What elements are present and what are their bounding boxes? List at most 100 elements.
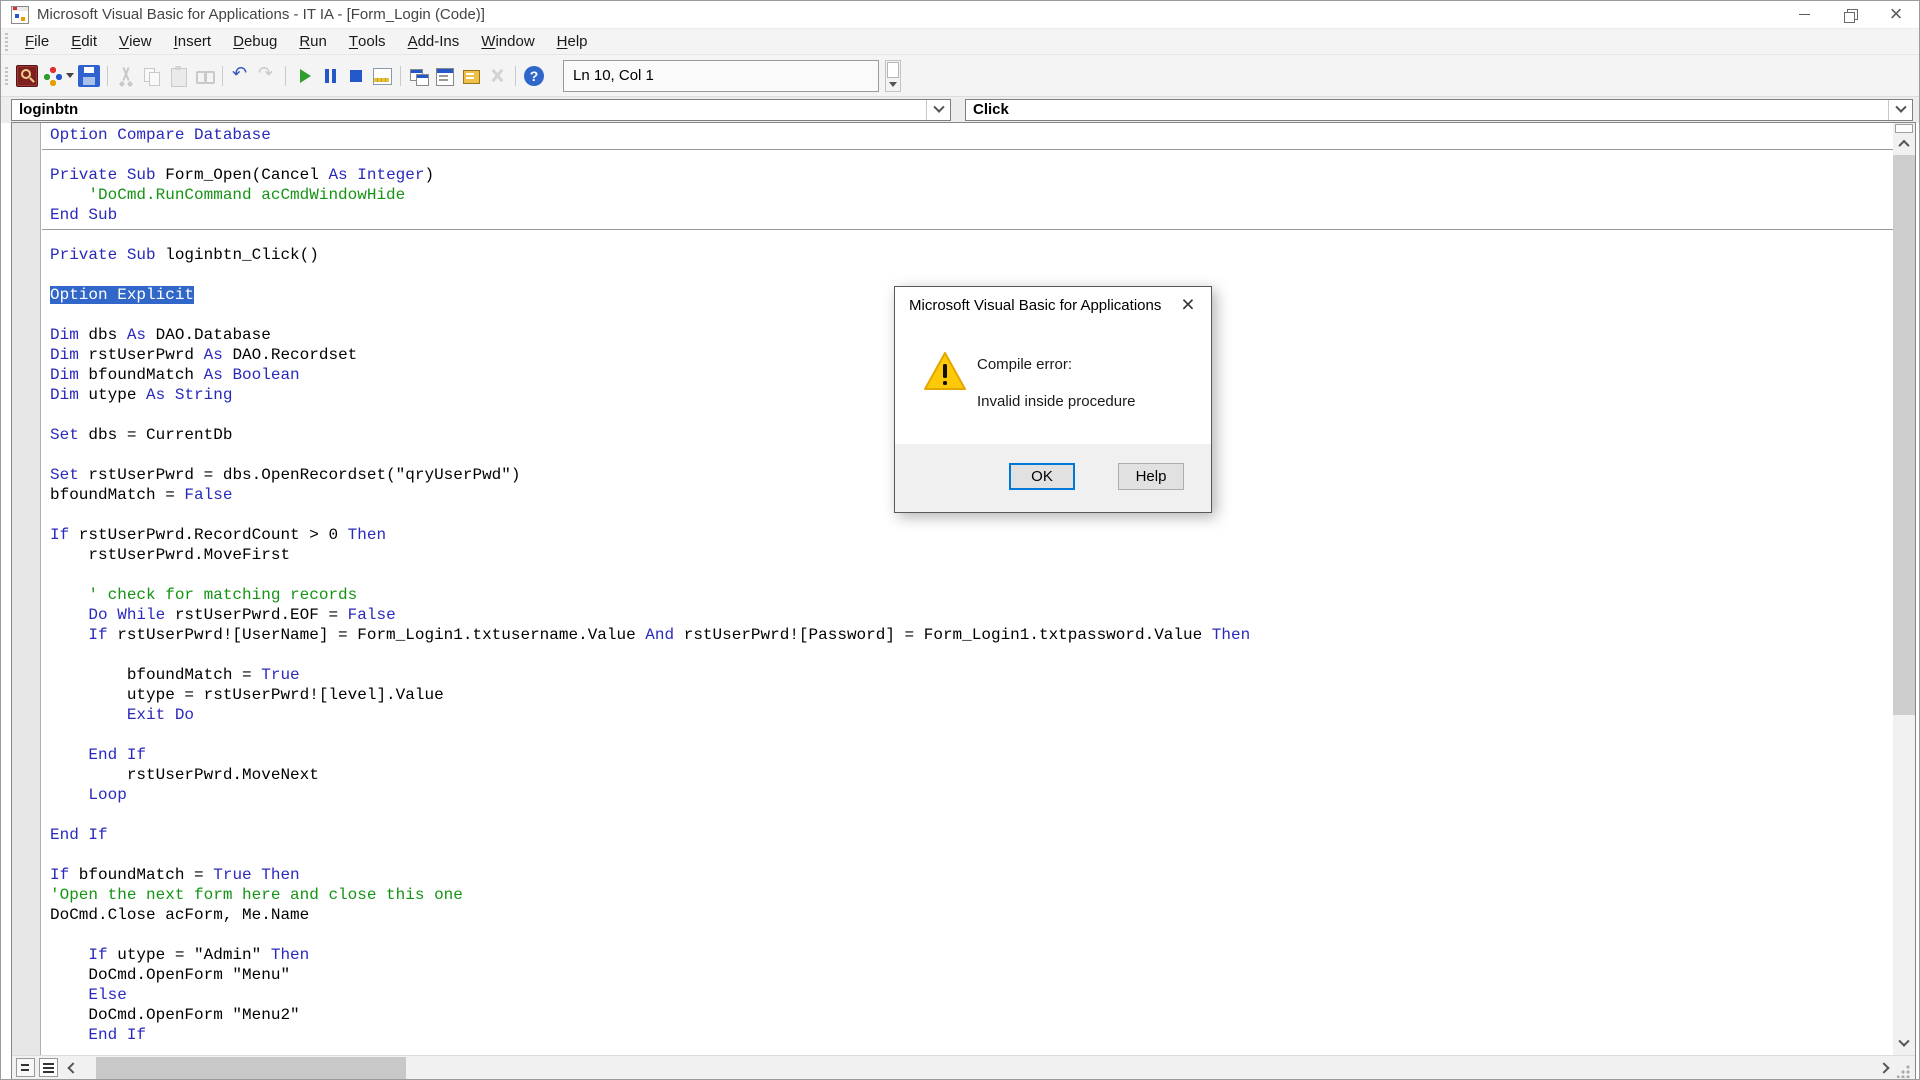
code-line: Else <box>50 985 1893 1005</box>
procedure-dropdown[interactable]: Click <box>965 99 1913 121</box>
code-segment: dbs = CurrentDb <box>79 426 233 444</box>
undo-icon[interactable] <box>230 65 252 87</box>
menu-edit[interactable]: Edit <box>60 29 108 54</box>
redo-icon <box>256 65 278 87</box>
menu-view[interactable]: View <box>108 29 163 54</box>
code-segment: Dim <box>50 346 79 364</box>
vertical-scrollbar[interactable] <box>1893 123 1915 1055</box>
break-icon[interactable] <box>319 65 341 87</box>
code-segment <box>50 986 88 1004</box>
insert-object-icon[interactable] <box>42 65 64 87</box>
copy-icon <box>141 65 163 87</box>
object-browser-icon[interactable] <box>460 65 482 87</box>
toolbar: Ln 10, Col 1 <box>1 55 1919 97</box>
save-icon[interactable] <box>78 65 100 87</box>
menubar-grip-handle[interactable] <box>5 33 8 51</box>
scroll-up-button[interactable] <box>1893 135 1915 153</box>
resize-grip[interactable] <box>1897 1064 1911 1078</box>
code-segment <box>50 746 88 764</box>
menu-run[interactable]: Run <box>288 29 338 54</box>
toolbar-icons <box>14 65 547 87</box>
code-segment: Loop <box>88 786 126 804</box>
code-segment: rstUserPwrd <box>79 346 204 364</box>
procedure-separator <box>42 149 1893 150</box>
code-segment: If <box>88 626 107 644</box>
code-line: Loop <box>50 785 1893 805</box>
code-segment: ) <box>424 166 434 184</box>
scroll-left-button[interactable] <box>64 1057 82 1079</box>
dialog-close-button[interactable] <box>1173 291 1203 317</box>
toolbar-grip-handle[interactable] <box>5 67 8 85</box>
code-segment: As Integer <box>328 166 424 184</box>
line-col-indicator: Ln 10, Col 1 <box>563 60 879 92</box>
chevron-down-icon <box>1898 1036 1909 1047</box>
code-segment: 'Open the next form here and close this … <box>50 886 463 904</box>
code-segment: As <box>204 346 223 364</box>
help-icon[interactable] <box>524 66 544 86</box>
code-line <box>50 265 1893 285</box>
code-line: End If <box>50 745 1893 765</box>
code-segment: False <box>184 486 232 504</box>
error-title-text: Compile error: <box>977 356 1072 373</box>
margin-indicator-bar[interactable] <box>12 123 41 1055</box>
code-segment: End If <box>88 746 146 764</box>
code-segment: bfoundMatch = <box>50 486 184 504</box>
code-editor[interactable]: Option Compare Database Private Sub Form… <box>42 123 1893 1055</box>
code-line: If rstUserPwrd![UserName] = Form_Login1.… <box>50 625 1893 645</box>
menu-insert[interactable]: Insert <box>163 29 223 54</box>
code-segment <box>50 1026 88 1044</box>
object-dropdown-button[interactable] <box>926 100 950 120</box>
full-module-view-button[interactable] <box>39 1058 58 1077</box>
combo-row: loginbtn Click <box>1 97 1919 123</box>
code-line <box>50 565 1893 585</box>
code-segment: DoCmd.Close acForm, Me.Name <box>50 906 309 924</box>
menu-tools[interactable]: Tools <box>338 29 397 54</box>
code-line <box>50 805 1893 825</box>
menu-window[interactable]: Window <box>470 29 545 54</box>
code-line: bfoundMatch = True <box>50 665 1893 685</box>
code-segment: DoCmd.OpenForm "Menu" <box>50 966 290 984</box>
horizontal-scroll-thumb[interactable] <box>96 1057 406 1079</box>
code-segment: Exit Do <box>127 706 194 724</box>
menu-help[interactable]: Help <box>546 29 599 54</box>
split-handle[interactable] <box>1895 124 1913 133</box>
scroll-right-button[interactable] <box>1875 1057 1893 1079</box>
paste-icon <box>167 65 189 87</box>
ok-button[interactable]: OK <box>1009 463 1075 490</box>
menu-debug[interactable]: Debug <box>222 29 288 54</box>
scroll-down-button[interactable] <box>1893 1035 1915 1053</box>
menu-file[interactable]: File <box>14 29 60 54</box>
code-segment: End If <box>50 826 108 844</box>
code-segment: utype <box>79 386 146 404</box>
code-line: DoCmd.OpenForm "Menu2" <box>50 1005 1893 1025</box>
help-button[interactable]: Help <box>1118 463 1184 490</box>
dropdown-arrow-icon[interactable] <box>66 73 74 78</box>
reset-icon[interactable] <box>345 65 367 87</box>
menu-addins[interactable]: Add-Ins <box>397 29 471 54</box>
project-explorer-icon[interactable] <box>408 65 430 87</box>
code-segment: True <box>261 666 299 684</box>
minimize-button[interactable] <box>1781 1 1827 28</box>
run-icon[interactable] <box>293 65 315 87</box>
code-segment: Then <box>348 526 386 544</box>
code-segment <box>50 706 127 724</box>
code-segment: Private Sub <box>50 246 156 264</box>
toolbar-scroll-control[interactable] <box>885 60 901 92</box>
code-segment <box>252 866 262 884</box>
close-button[interactable] <box>1873 1 1919 28</box>
procedure-dropdown-button[interactable] <box>1888 100 1912 120</box>
properties-window-icon[interactable] <box>434 65 456 87</box>
code-segment: utype = rstUserPwrd![level].Value <box>50 686 444 704</box>
restore-button[interactable] <box>1827 1 1873 28</box>
cut-icon <box>115 65 137 87</box>
vertical-scroll-thumb[interactable] <box>1893 155 1915 715</box>
code-lines: Option Compare Database Private Sub Form… <box>50 125 1893 1045</box>
view-access-icon[interactable] <box>16 65 38 87</box>
design-mode-icon[interactable] <box>371 65 393 87</box>
code-segment: Dim <box>50 386 79 404</box>
code-segment: Then <box>271 946 309 964</box>
code-segment: False <box>348 606 396 624</box>
object-dropdown[interactable]: loginbtn <box>11 99 951 121</box>
procedure-view-button[interactable] <box>16 1058 35 1077</box>
code-segment: DAO.Database <box>146 326 271 344</box>
